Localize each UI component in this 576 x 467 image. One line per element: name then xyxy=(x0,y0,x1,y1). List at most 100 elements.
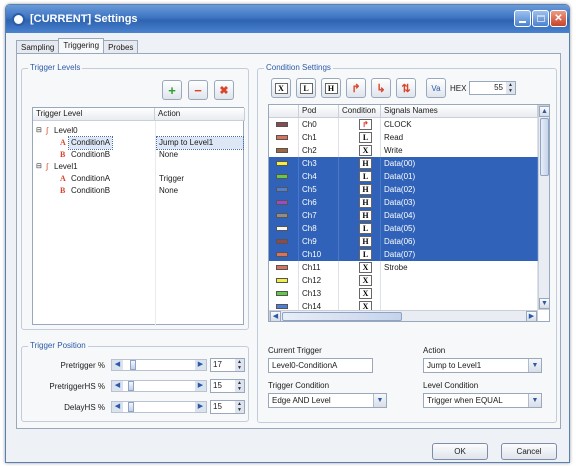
any-edge-button[interactable]: ⇅ xyxy=(396,78,416,98)
signal-row[interactable]: Ch1 L Read xyxy=(269,131,538,144)
col-signal-names[interactable]: Signals Names xyxy=(381,105,538,118)
slider-left-icon[interactable]: ◀ xyxy=(112,402,123,412)
signal-row[interactable]: Ch5 H Data(02) xyxy=(269,183,538,196)
signal-row[interactable]: Ch6 H Data(03) xyxy=(269,196,538,209)
tree-row-level1-conditionB[interactable]: B ConditionB None xyxy=(33,185,243,197)
signal-name-cell[interactable]: Data(04) xyxy=(381,209,538,222)
value-button[interactable]: Va xyxy=(426,78,446,98)
trigger-level-tree[interactable]: Trigger Level Action ⊟ ∫ Level0 A Condit… xyxy=(32,107,245,326)
remove-level-button[interactable]: − xyxy=(188,80,208,100)
scroll-down-icon[interactable]: ▼ xyxy=(539,298,549,309)
low-button[interactable]: L xyxy=(296,78,316,98)
vertical-scrollbar[interactable]: ▲ ▼ xyxy=(538,105,549,310)
slider-right-icon[interactable]: ▶ xyxy=(195,381,206,391)
signal-row[interactable]: Ch7 H Data(04) xyxy=(269,209,538,222)
vertical-scroll-thumb[interactable] xyxy=(540,118,549,176)
col-color[interactable] xyxy=(269,105,299,118)
signal-name-cell[interactable]: Write xyxy=(381,144,538,157)
high-button[interactable]: H xyxy=(321,78,341,98)
signal-name-cell[interactable]: Data(02) xyxy=(381,183,538,196)
chevron-down-icon[interactable]: ▼ xyxy=(528,359,541,372)
delayhs-spinbox[interactable]: 15 ▲ ▼ xyxy=(210,400,245,414)
scroll-right-icon[interactable]: ▶ xyxy=(526,311,537,321)
color-cell[interactable] xyxy=(269,274,299,287)
col-condition[interactable]: Condition xyxy=(339,105,381,118)
condition-cell[interactable]: ↱ xyxy=(339,118,381,131)
tree-row-level0-conditionA[interactable]: A ConditionA Jump to Level1 xyxy=(33,136,244,150)
falling-edge-button[interactable]: ↳ xyxy=(371,78,391,98)
tab-sampling[interactable]: Sampling xyxy=(16,40,60,53)
condition-cell[interactable]: X xyxy=(339,287,381,300)
close-button[interactable]: ✕ xyxy=(550,10,567,27)
slider-thumb[interactable] xyxy=(128,402,134,412)
signal-row[interactable]: Ch11 X Strobe xyxy=(269,261,538,274)
spin-arrows-icon[interactable]: ▲ ▼ xyxy=(235,359,244,371)
slider-right-icon[interactable]: ▶ xyxy=(195,402,206,412)
color-cell[interactable] xyxy=(269,222,299,235)
level-condition-dropdown[interactable]: Trigger when EQUAL ▼ xyxy=(423,393,542,408)
color-cell[interactable] xyxy=(269,157,299,170)
trigger-condition-dropdown[interactable]: Edge AND Level ▼ xyxy=(268,393,387,408)
add-level-button[interactable]: + xyxy=(162,80,182,100)
signal-name-cell[interactable]: Read xyxy=(381,131,538,144)
signal-row[interactable]: Ch12 X xyxy=(269,274,538,287)
color-cell[interactable] xyxy=(269,248,299,261)
spin-arrows-icon[interactable]: ▲ ▼ xyxy=(235,380,244,392)
pretriggerhs-slider[interactable]: ◀ ▶ xyxy=(111,380,207,392)
delayhs-slider[interactable]: ◀ ▶ xyxy=(111,401,207,413)
color-cell[interactable] xyxy=(269,196,299,209)
color-cell[interactable] xyxy=(269,287,299,300)
condition-table[interactable]: Pod Condition Signals Names Ch0 ↱ CLOCK Ch1… xyxy=(268,104,550,322)
col-pod[interactable]: Pod xyxy=(299,105,339,118)
signal-row[interactable]: Ch2 X Write xyxy=(269,144,538,157)
condition-cell[interactable]: H xyxy=(339,196,381,209)
color-cell[interactable] xyxy=(269,131,299,144)
condition-cell[interactable]: X xyxy=(339,144,381,157)
minimize-button[interactable] xyxy=(514,10,531,27)
condition-cell[interactable]: H xyxy=(339,235,381,248)
signal-name-cell[interactable] xyxy=(381,287,538,300)
condition-cell[interactable]: X xyxy=(339,274,381,287)
condition-cell[interactable]: H xyxy=(339,183,381,196)
slider-right-icon[interactable]: ▶ xyxy=(195,360,206,370)
condition-cell[interactable]: H xyxy=(339,209,381,222)
color-cell[interactable] xyxy=(269,235,299,248)
condition-cell[interactable]: L xyxy=(339,248,381,261)
title-bar[interactable]: [CURRENT] Settings ✕ xyxy=(6,5,569,33)
horizontal-scroll-thumb[interactable] xyxy=(282,312,402,321)
col-action[interactable]: Action xyxy=(155,108,245,121)
condition-cell[interactable]: X xyxy=(339,261,381,274)
color-cell[interactable] xyxy=(269,183,299,196)
condition-cell[interactable]: L xyxy=(339,222,381,235)
signal-name-cell[interactable]: Data(00) xyxy=(381,157,538,170)
color-cell[interactable] xyxy=(269,209,299,222)
chevron-down-icon[interactable]: ▼ xyxy=(373,394,386,407)
slider-left-icon[interactable]: ◀ xyxy=(112,360,123,370)
signal-name-cell[interactable]: Data(06) xyxy=(381,235,538,248)
rising-edge-button[interactable]: ↱ xyxy=(346,78,366,98)
condition-cell[interactable]: L xyxy=(339,170,381,183)
pretriggerhs-spinbox[interactable]: 15 ▲ ▼ xyxy=(210,379,245,393)
spin-arrows-icon[interactable]: ▲ ▼ xyxy=(235,401,244,413)
signal-row[interactable]: Ch9 H Data(06) xyxy=(269,235,538,248)
color-cell[interactable] xyxy=(269,144,299,157)
tree-row-level0-conditionB[interactable]: B ConditionB None xyxy=(33,149,243,161)
color-cell[interactable] xyxy=(269,170,299,183)
signal-name-cell[interactable]: Data(05) xyxy=(381,222,538,235)
signal-row[interactable]: Ch3 H Data(00) xyxy=(269,157,538,170)
maximize-button[interactable] xyxy=(532,10,549,27)
signal-row[interactable]: Ch4 L Data(01) xyxy=(269,170,538,183)
cancel-button[interactable]: Cancel xyxy=(501,443,557,460)
dont-care-button[interactable]: X xyxy=(271,78,291,98)
delete-level-button[interactable]: ✖ xyxy=(214,80,234,100)
tree-row-level0[interactable]: ⊟ ∫ Level0 xyxy=(33,125,243,137)
tree-row-level1[interactable]: ⊟ ∫ Level1 xyxy=(33,161,243,173)
tab-probes[interactable]: Probes xyxy=(103,40,139,53)
horizontal-scrollbar[interactable]: ◀ ▶ xyxy=(269,310,538,321)
signal-name-cell[interactable]: Data(07) xyxy=(381,248,538,261)
slider-thumb[interactable] xyxy=(128,381,134,391)
signal-name-cell[interactable]: CLOCK xyxy=(381,118,538,131)
signal-name-cell[interactable]: Data(03) xyxy=(381,196,538,209)
ok-button[interactable]: OK xyxy=(432,443,488,460)
slider-left-icon[interactable]: ◀ xyxy=(112,381,123,391)
